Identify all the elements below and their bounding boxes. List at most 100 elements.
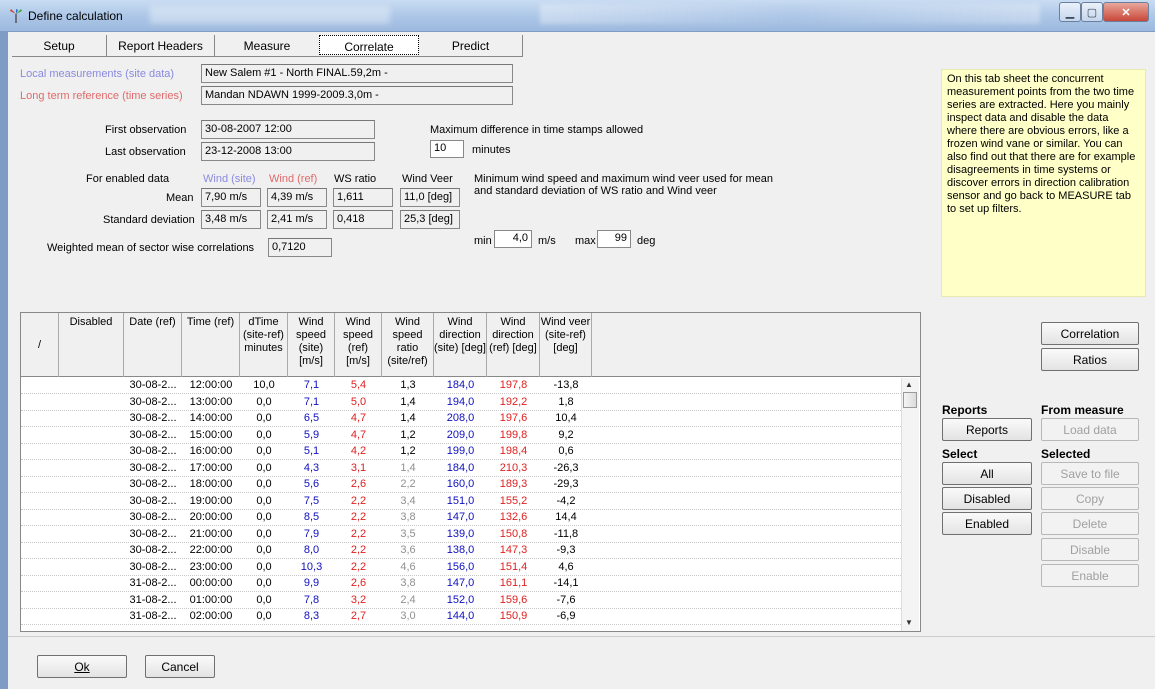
correlation-button[interactable]: Correlation bbox=[1041, 322, 1139, 345]
row-indicator[interactable] bbox=[21, 561, 59, 575]
row-indicator[interactable] bbox=[21, 379, 59, 393]
copy-button[interactable]: Copy bbox=[1041, 487, 1139, 510]
table-cell: 16:00:00 bbox=[189, 445, 233, 457]
tab-measure[interactable]: Measure bbox=[215, 35, 319, 56]
row-indicator[interactable] bbox=[21, 544, 59, 558]
header-ws-ratio[interactable]: Wind speed ratio (site/ref) bbox=[382, 313, 434, 377]
enabled-data-label: For enabled data bbox=[86, 173, 170, 185]
reports-button[interactable]: Reports bbox=[942, 418, 1032, 441]
table-row[interactable]: 30-08-2... 20:00:00 0,0 8,5 2,2 3,8 147,0 132,6… bbox=[21, 510, 901, 526]
row-indicator[interactable] bbox=[21, 412, 59, 426]
table-cell: 14:00:00 bbox=[189, 412, 233, 424]
table-cell: 156,0 bbox=[446, 560, 475, 573]
table-cell: 30-08-2... bbox=[129, 511, 177, 523]
header-veer[interactable]: Wind veer (site-ref) [deg] bbox=[540, 313, 592, 377]
sd-ref: 2,41 m/s bbox=[267, 210, 327, 229]
maximize-button[interactable]: ▢ bbox=[1081, 2, 1103, 22]
close-button[interactable]: ✕ bbox=[1103, 2, 1149, 22]
cancel-button[interactable]: Cancel bbox=[145, 655, 215, 678]
table-cell: 152,0 bbox=[446, 593, 475, 606]
table-cell bbox=[59, 462, 124, 476]
table-cell: 199,0 bbox=[446, 445, 475, 457]
scroll-down-icon[interactable]: ▼ bbox=[905, 618, 913, 627]
table-row[interactable]: 30-08-2... 22:00:00 0,0 8,0 2,2 3,6 138,0 147,3… bbox=[21, 543, 901, 559]
table-row[interactable]: 30-08-2... 14:00:00 0,0 6,5 4,7 1,4 208,0 197,6… bbox=[21, 411, 901, 427]
load-data-button[interactable]: Load data bbox=[1041, 418, 1139, 441]
select-all-button[interactable]: All bbox=[942, 462, 1032, 485]
header-dtime[interactable]: dTime (site-ref) minutes bbox=[240, 313, 288, 377]
row-indicator[interactable] bbox=[21, 462, 59, 476]
row-indicator[interactable] bbox=[21, 577, 59, 591]
table-cell: 4,7 bbox=[350, 412, 367, 424]
table-row[interactable]: 30-08-2... 19:00:00 0,0 7,5 2,2 3,4 151,0 155,2… bbox=[21, 494, 901, 510]
table-cell bbox=[59, 379, 124, 393]
min-wind-speed-input[interactable]: 4,0 bbox=[494, 230, 532, 248]
last-observation-value: 23-12-2008 13:00 bbox=[201, 142, 375, 161]
table-cell: 13:00:00 bbox=[189, 395, 233, 408]
table-row[interactable]: 30-08-2... 16:00:00 0,0 5,1 4,2 1,2 199,0 198,4… bbox=[21, 444, 901, 460]
tab-correlate[interactable]: Correlate bbox=[319, 35, 419, 55]
tab-predict[interactable]: Predict bbox=[419, 35, 523, 56]
table-row[interactable]: 31-08-2... 02:00:00 0,0 8,3 2,7 3,0 144,0 150,9… bbox=[21, 609, 901, 625]
row-indicator[interactable] bbox=[21, 445, 59, 459]
table-row[interactable]: 30-08-2... 23:00:00 0,0 10,3 2,2 4,6 156,0 151,… bbox=[21, 560, 901, 576]
header-wd-site[interactable]: Wind direction (site) [deg] bbox=[434, 313, 487, 377]
scroll-up-icon[interactable]: ▲ bbox=[905, 380, 913, 389]
table-row[interactable]: 31-08-2... 01:00:00 0,0 7,8 3,2 2,4 152,0 159,6… bbox=[21, 593, 901, 609]
col-wind-ref: Wind (ref) bbox=[269, 173, 318, 185]
select-disabled-button[interactable]: Disabled bbox=[942, 487, 1032, 510]
disable-button[interactable]: Disable bbox=[1041, 538, 1139, 561]
max-wind-veer-input[interactable]: 99 bbox=[597, 230, 631, 248]
table-cell: 15:00:00 bbox=[189, 428, 233, 441]
row-indicator[interactable] bbox=[21, 511, 59, 525]
table-cell: 1,4 bbox=[400, 461, 416, 474]
table-cell: 0,0 bbox=[256, 527, 272, 540]
table-cell: 10,3 bbox=[300, 560, 323, 573]
table-cell: 0,0 bbox=[256, 412, 272, 424]
sort-indicator[interactable]: / bbox=[21, 313, 59, 377]
tab-setup[interactable]: Setup bbox=[12, 35, 107, 56]
table-cell: -14,1 bbox=[553, 577, 579, 589]
row-indicator[interactable] bbox=[21, 429, 59, 443]
scroll-thumb[interactable] bbox=[903, 392, 917, 408]
table-cell: 02:00:00 bbox=[189, 610, 233, 622]
select-enabled-button[interactable]: Enabled bbox=[942, 512, 1032, 535]
row-indicator[interactable] bbox=[21, 594, 59, 608]
table-row[interactable]: 30-08-2... 21:00:00 0,0 7,9 2,2 3,5 139,0 150,8… bbox=[21, 527, 901, 543]
save-to-file-button[interactable]: Save to file bbox=[1041, 462, 1139, 485]
table-row[interactable]: 31-08-2... 00:00:00 0,0 9,9 2,6 3,8 147,0 161,1… bbox=[21, 576, 901, 592]
minimize-button[interactable]: ▁ bbox=[1059, 2, 1081, 22]
table-row[interactable]: 30-08-2... 13:00:00 0,0 7,1 5,0 1,4 194,0 192,2… bbox=[21, 395, 901, 411]
tab-report-headers[interactable]: Report Headers bbox=[107, 35, 215, 56]
table-cell: 31-08-2... bbox=[129, 610, 177, 622]
header-date[interactable]: Date (ref) bbox=[124, 313, 182, 377]
enable-button[interactable]: Enable bbox=[1041, 564, 1139, 587]
delete-button[interactable]: Delete bbox=[1041, 512, 1139, 535]
data-table[interactable]: / Disabled Date (ref) Time (ref) dTime (… bbox=[20, 312, 921, 632]
row-indicator[interactable] bbox=[21, 610, 59, 624]
table-scrollbar[interactable]: ▲ ▼ bbox=[901, 378, 919, 631]
minmax-description: Minimum wind speed and maximum wind veer… bbox=[474, 173, 773, 197]
row-indicator[interactable] bbox=[21, 528, 59, 542]
header-disabled[interactable]: Disabled bbox=[59, 313, 124, 377]
table-cell: 208,0 bbox=[446, 412, 475, 424]
ok-button[interactable]: Ok bbox=[37, 655, 127, 678]
header-ws-ref[interactable]: Wind speed (ref) [m/s] bbox=[335, 313, 382, 377]
table-row[interactable]: 30-08-2... 15:00:00 0,0 5,9 4,7 1,2 209,0 199,8… bbox=[21, 428, 901, 444]
table-cell: 1,4 bbox=[400, 395, 416, 408]
table-row[interactable]: 30-08-2... 12:00:00 10,0 7,1 5,4 1,3 184,0 197,… bbox=[21, 378, 901, 394]
row-indicator[interactable] bbox=[21, 396, 59, 410]
header-ws-site[interactable]: Wind speed (site) [m/s] bbox=[288, 313, 335, 377]
table-cell: 0,0 bbox=[256, 511, 272, 523]
timestamp-diff-input[interactable]: 10 bbox=[430, 140, 464, 158]
header-wd-ref[interactable]: Wind direction (ref) [deg] bbox=[487, 313, 540, 377]
ratios-button[interactable]: Ratios bbox=[1041, 348, 1139, 371]
table-cell: 1,4 bbox=[400, 412, 416, 424]
table-cell: 151,0 bbox=[446, 494, 475, 507]
row-indicator[interactable] bbox=[21, 478, 59, 492]
row-indicator[interactable] bbox=[21, 495, 59, 509]
table-row[interactable]: 30-08-2... 18:00:00 0,0 5,6 2,6 2,2 160,0 189,3… bbox=[21, 477, 901, 493]
header-time[interactable]: Time (ref) bbox=[182, 313, 240, 377]
table-row[interactable]: 30-08-2... 17:00:00 0,0 4,3 3,1 1,4 184,0 210,3… bbox=[21, 461, 901, 477]
table-cell: 6,5 bbox=[303, 412, 320, 424]
